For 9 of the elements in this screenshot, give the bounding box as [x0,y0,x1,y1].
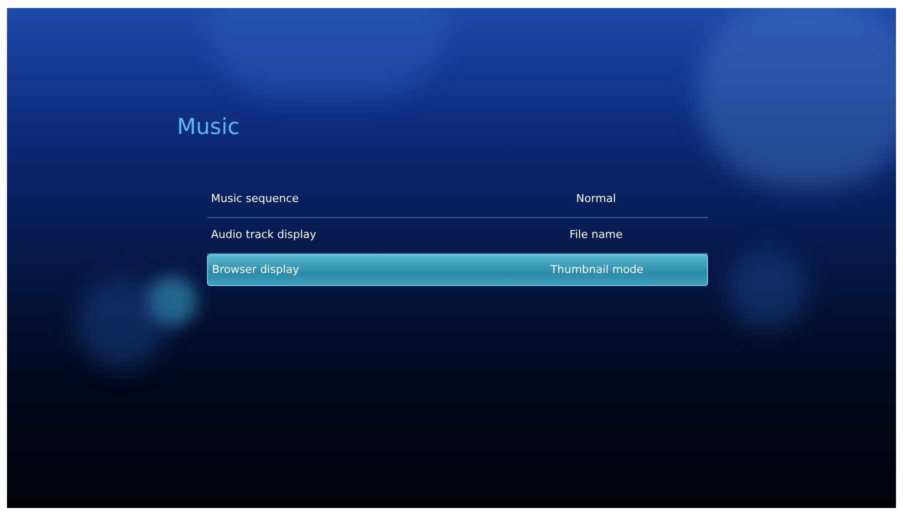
setting-value: Thumbnail mode [550,262,644,278]
setting-label: Audio track display [211,227,318,244]
setting-label: Music sequence [211,191,300,208]
settings-row[interactable]: Music sequence Normal [207,182,708,218]
page-title: Music [177,114,240,142]
settings-row[interactable]: Browser display Thumbnail mode [207,254,708,286]
setting-label: Browser display [212,262,300,278]
setting-value: Normal [575,191,617,208]
setting-value: File name [568,227,624,244]
